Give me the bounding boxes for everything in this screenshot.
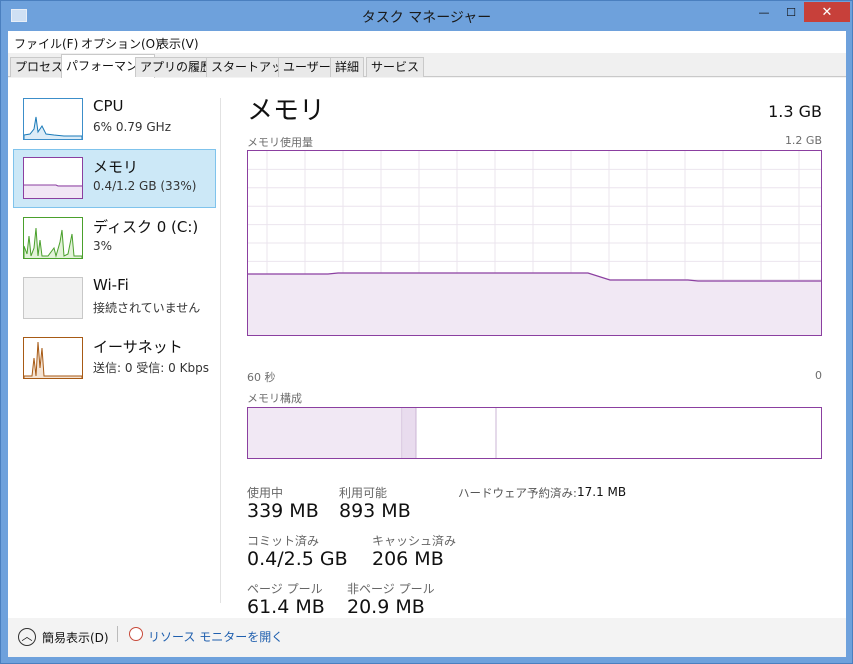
- paged-pool-label: ページ プール: [247, 582, 323, 596]
- committed-value: 0.4/2.5 GB: [247, 548, 348, 570]
- disk-thumbnail-graph: [23, 217, 83, 259]
- resource-monitor-link[interactable]: リソース モニターを開く: [148, 628, 283, 645]
- menu-bar: ファイル(F) オプション(O) 表示(V): [8, 31, 846, 53]
- composition-label: メモリ構成: [247, 392, 302, 405]
- graph-time-right: 0: [815, 369, 822, 382]
- usage-graph-label: メモリ使用量: [247, 136, 313, 149]
- sidebar-item-disk[interactable]: ディスク 0 (C:) 3%: [13, 209, 216, 268]
- sidebar-item-subtitle: 送信: 0 受信: 0 Kbps: [93, 361, 209, 375]
- nonpaged-pool-label: 非ページ プール: [347, 582, 435, 596]
- maximize-button[interactable]: ☐: [778, 2, 804, 22]
- memory-thumbnail-graph: [23, 157, 83, 199]
- wifi-thumbnail-graph: [23, 277, 83, 319]
- sidebar-item-title: Wi-Fi: [93, 276, 129, 294]
- sidebar-item-subtitle: 接続されていません: [93, 301, 201, 315]
- client-area: ファイル(F) オプション(O) 表示(V) プロセス パフォーマンス アプリの…: [8, 31, 846, 657]
- performance-content: CPU 6% 0.79 GHz メモリ 0.4/1.2 GB (33%) ディス…: [8, 78, 846, 618]
- sidebar-item-title: イーサネット: [93, 338, 183, 356]
- total-memory: 1.3 GB: [768, 102, 822, 121]
- paged-pool-value: 61.4 MB: [247, 596, 325, 618]
- close-button[interactable]: ✕: [804, 2, 850, 22]
- tab-processes[interactable]: プロセス: [10, 57, 69, 77]
- ethernet-thumbnail-graph: [23, 337, 83, 379]
- tab-users[interactable]: ユーザー: [278, 57, 336, 77]
- nonpaged-pool-value: 20.9 MB: [347, 596, 425, 618]
- tab-bar: プロセス パフォーマンス アプリの履歴 スタートアップ ユーザー 詳細 サービス: [8, 53, 846, 78]
- resource-list: CPU 6% 0.79 GHz メモリ 0.4/1.2 GB (33%) ディス…: [8, 78, 220, 618]
- cached-label: キャッシュ済み: [372, 534, 457, 548]
- sidebar-item-title: CPU: [93, 97, 124, 115]
- sidebar-item-ethernet[interactable]: イーサネット 送信: 0 受信: 0 Kbps: [13, 329, 216, 388]
- sidebar-item-title: ディスク 0 (C:): [93, 218, 199, 236]
- page-title: メモリ: [247, 96, 326, 126]
- in-use-label: 使用中: [247, 486, 284, 500]
- memory-detail-pane: メモリ 1.3 GB メモリ使用量 1.2 GB 60 秒 0 メモリ構成 使用…: [238, 78, 838, 618]
- menu-view[interactable]: 表示(V): [157, 35, 199, 52]
- footer-bar: ︿ 簡易表示(D) リソース モニターを開く: [8, 618, 846, 657]
- sidebar-item-cpu[interactable]: CPU 6% 0.79 GHz: [13, 90, 216, 149]
- tab-services[interactable]: サービス: [366, 57, 425, 77]
- memory-usage-graph: [247, 150, 822, 336]
- chevron-up-icon: ︿: [18, 628, 36, 646]
- usage-graph-max: 1.2 GB: [784, 134, 822, 147]
- sidebar-item-memory[interactable]: メモリ 0.4/1.2 GB (33%): [13, 149, 216, 208]
- sidebar-item-subtitle: 0.4/1.2 GB (33%): [93, 179, 197, 193]
- window-title: タスク マネージャー: [361, 10, 492, 26]
- sidebar-item-wifi[interactable]: Wi-Fi 接続されていません: [13, 269, 216, 328]
- task-manager-window: タスク マネージャー — ☐ ✕ ファイル(F) オプション(O) 表示(V) …: [0, 0, 853, 664]
- hardware-reserved-label: ハードウェア予約済み:: [458, 486, 577, 500]
- title-bar[interactable]: タスク マネージャー — ☐ ✕: [1, 1, 852, 31]
- menu-file[interactable]: ファイル(F): [14, 35, 78, 52]
- memory-composition-bar: [247, 407, 822, 459]
- menu-options[interactable]: オプション(O): [81, 35, 160, 52]
- footer-separator: [117, 626, 118, 642]
- graph-time-left: 60 秒: [247, 371, 276, 384]
- cpu-thumbnail-graph: [23, 98, 83, 140]
- minimize-button[interactable]: —: [751, 2, 777, 22]
- fewer-details-label: 簡易表示(D): [42, 631, 109, 645]
- committed-label: コミット済み: [247, 534, 320, 548]
- sidebar-item-subtitle: 6% 0.79 GHz: [93, 120, 172, 134]
- hardware-reserved-value: 17.1 MB: [577, 485, 627, 499]
- available-value: 893 MB: [339, 500, 411, 522]
- resource-monitor-icon[interactable]: [129, 627, 143, 641]
- cached-value: 206 MB: [372, 548, 444, 570]
- tab-details[interactable]: 詳細: [330, 57, 365, 77]
- available-label: 利用可能: [339, 486, 388, 500]
- pane-divider[interactable]: [220, 98, 221, 603]
- sidebar-item-subtitle: 3%: [93, 239, 113, 253]
- sidebar-item-title: メモリ: [93, 158, 139, 176]
- tab-app-history[interactable]: アプリの履歴: [135, 57, 218, 77]
- in-use-value: 339 MB: [247, 500, 319, 522]
